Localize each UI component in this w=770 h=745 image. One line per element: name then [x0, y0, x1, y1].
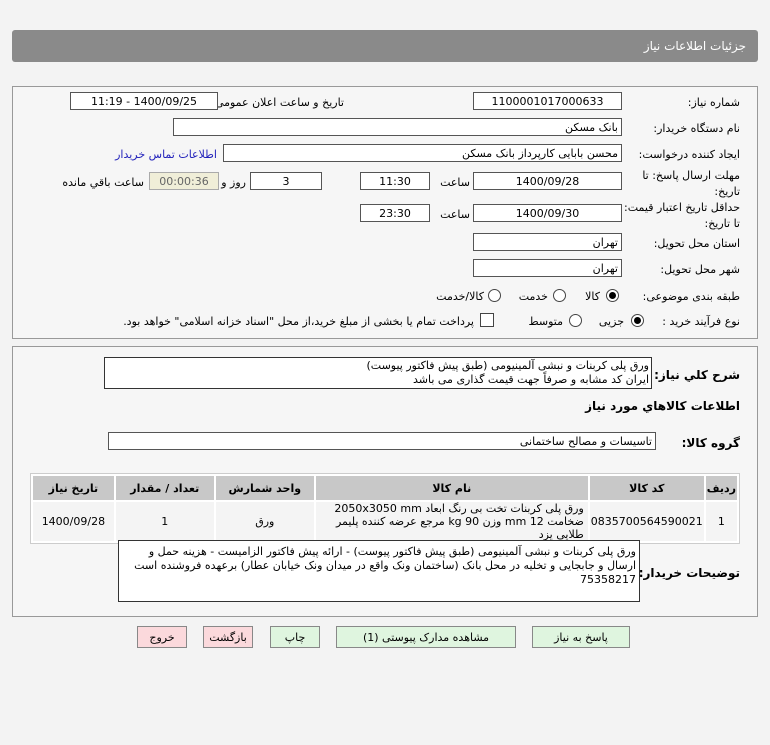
deadline-date-field: 1400/09/28 — [473, 172, 622, 190]
cell-date: 1400/09/28 — [33, 502, 114, 541]
group-field: تاسیسات و مصالح ساختمانی — [108, 432, 656, 450]
validity-date-field: 1400/09/30 — [473, 204, 622, 222]
back-button[interactable]: بازگشت — [203, 626, 253, 648]
summary-label: شرح کلي نياز: — [654, 368, 740, 382]
need-number-field: 1100001017000633 — [473, 92, 622, 110]
col-qty: تعداد / مقدار — [115, 476, 214, 500]
category-option-goods: کالا — [585, 290, 600, 303]
province-field: تهران — [473, 233, 622, 251]
table-row: 1 0835700564590021 ورق پلی کربنات تخت بی… — [33, 502, 737, 541]
reply-button[interactable]: پاسخ به نیاز — [532, 626, 630, 648]
category-label: طبقه بندی موضوعی: — [642, 290, 740, 303]
goods-table: ردیف کد کالا نام کالا واحد شمارش تعداد /… — [30, 473, 740, 544]
summary-line: ایران کد مشابه و صرفاً جهت قیمت گذاری می… — [412, 373, 649, 386]
validity-label: حداقل تاریخ اعتبار قیمت: تا تاریخ: — [624, 201, 740, 230]
creator-label: ایجاد کننده درخواست: — [638, 148, 740, 161]
group-label: گروه کالا: — [681, 436, 740, 450]
category-radio-service[interactable] — [553, 289, 566, 302]
col-date: تاریخ نیاز — [33, 476, 114, 500]
col-name: نام کالا — [315, 476, 588, 500]
treasury-checkbox[interactable] — [480, 313, 494, 327]
goods-section-title: اطلاعات کالاهاي مورد نياز — [585, 399, 740, 413]
remaining-label: ساعت باقي مانده — [62, 176, 144, 189]
cell-qty: 1 — [115, 502, 214, 541]
treasury-text: پرداخت تمام یا بخشی از مبلغ خرید،از محل … — [123, 315, 474, 328]
cell-row: 1 — [705, 502, 737, 541]
announce-field: 1400/09/25 - 11:19 — [70, 92, 218, 110]
col-unit: واحد شمارش — [215, 476, 314, 500]
creator-field: محسن بابایی کارپرداز بانک مسکن — [223, 144, 622, 162]
cell-unit: ورق — [215, 502, 314, 541]
process-option-minor: جزیی — [598, 315, 624, 328]
announce-label: تاریخ و ساعت اعلان عمومی: — [211, 96, 344, 109]
category-option-service: خدمت — [518, 290, 548, 303]
process-radio-medium[interactable] — [569, 314, 582, 327]
buyer-field: بانک مسکن — [173, 118, 622, 136]
notes-field: ورق پلی کربنات و نبشی آلمینیومی (طبق پیش… — [118, 540, 640, 602]
deadline-time-field: 11:30 — [360, 172, 430, 190]
remaining-time-field: 00:00:36 — [149, 172, 219, 190]
need-number-label: شماره نیاز: — [687, 96, 740, 109]
notes-label: توضیحات خریدار: — [638, 566, 740, 580]
col-code: کد کالا — [589, 476, 704, 500]
deadline-label: مهلت ارسال پاسخ: تا تاریخ: — [642, 169, 740, 198]
days-label: روز و — [221, 176, 246, 189]
province-label: استان محل تحویل: — [653, 237, 740, 250]
buyer-label: نام دستگاه خریدار: — [653, 122, 740, 135]
city-label: شهر محل تحویل: — [660, 263, 740, 276]
summary-line: ورق پلی کربنات و نبشی آلمینیومی (طبق پیش… — [366, 359, 649, 372]
buyer-contact-link[interactable]: اطلاعات تماس خریدار — [115, 148, 217, 161]
col-row: ردیف — [705, 476, 737, 500]
category-radio-goods[interactable] — [606, 289, 619, 302]
deadline-time-label: ساعت — [440, 176, 470, 189]
page-title: جزئیات اطلاعات نیاز — [643, 39, 746, 53]
page-header: جزئیات اطلاعات نیاز — [12, 30, 758, 62]
category-radio-goods-service[interactable] — [488, 289, 501, 302]
process-label: نوع فرآیند خرید : — [662, 315, 740, 328]
table-header-row: ردیف کد کالا نام کالا واحد شمارش تعداد /… — [33, 476, 737, 500]
days-field: 3 — [250, 172, 322, 190]
category-option-goods-service: کالا/خدمت — [436, 290, 484, 303]
process-radio-minor[interactable] — [631, 314, 644, 327]
print-button[interactable]: چاپ — [270, 626, 320, 648]
exit-button[interactable]: خروج — [137, 626, 187, 648]
city-field: تهران — [473, 259, 622, 277]
validity-time-field: 23:30 — [360, 204, 430, 222]
cell-name: ورق پلی کربنات تخت بی رنگ ابعاد 2050x305… — [315, 502, 588, 541]
summary-field: ورق پلی کربنات و نبشی آلمینیومی (طبق پیش… — [104, 357, 652, 389]
validity-time-label: ساعت — [440, 208, 470, 221]
attachments-button[interactable]: مشاهده مدارک پیوستی (1) — [336, 626, 516, 648]
process-option-medium: متوسط — [528, 315, 563, 328]
cell-code: 0835700564590021 — [589, 502, 704, 541]
